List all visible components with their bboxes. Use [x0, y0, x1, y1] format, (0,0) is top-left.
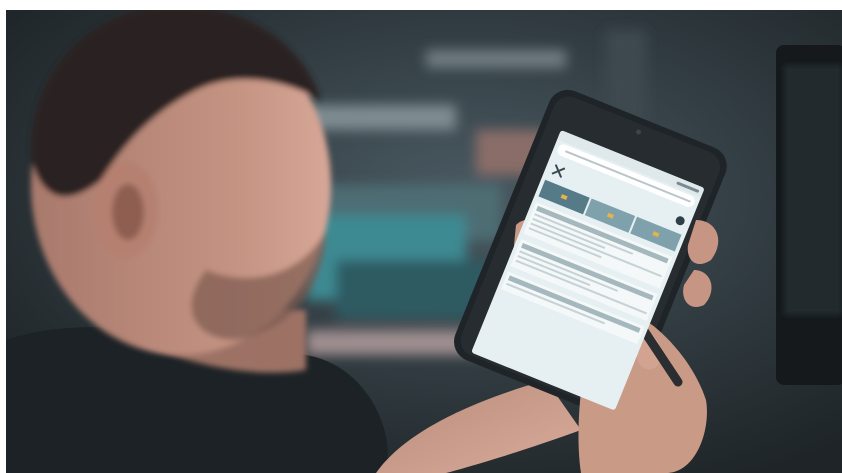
side-monitor	[776, 45, 842, 385]
user-avatar-icon[interactable]	[674, 214, 687, 227]
photo-frame	[6, 10, 842, 473]
folder-icon	[652, 231, 660, 238]
head	[30, 10, 331, 355]
x-mark-logo-icon	[549, 162, 567, 180]
folder-icon	[606, 212, 614, 219]
photo-scene	[6, 10, 842, 473]
folder-icon	[560, 194, 568, 200]
